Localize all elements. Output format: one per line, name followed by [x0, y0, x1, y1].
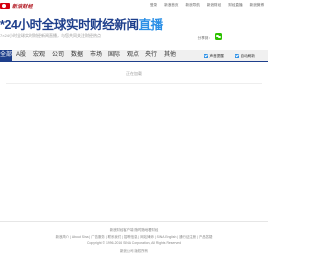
checkbox-checked-icon: [204, 54, 208, 58]
top-bar: 新浪财经 登录 新浪首页 新浪导航 新浪财经 财经直播 新浪微博: [0, 0, 268, 11]
wechat-share-icon[interactable]: [215, 33, 222, 40]
tab-opinion[interactable]: 观点: [125, 50, 141, 61]
category-nav: 全部 A股 宏观 公司 数据 市场 国际 观点 央行 其他 声音提醒 自动刷新: [0, 50, 268, 62]
divider: [0, 221, 268, 222]
tab-market[interactable]: 市场: [88, 50, 104, 61]
share-label: 分享到：: [197, 36, 212, 40]
top-link-live[interactable]: 财经直播: [228, 3, 242, 8]
footer-company: 新浪公司 版权所有: [119, 249, 149, 253]
page-title-main: *24小时全球实时财经新闻: [0, 18, 139, 32]
page-subtitle: 7×24小时全球实时财经新闻直播，与您共同关注财经热点: [0, 33, 102, 38]
sina-finance-logo[interactable]: 新浪财经: [0, 2, 33, 10]
tab-macro[interactable]: 宏观: [31, 50, 47, 61]
tab-international[interactable]: 国际: [106, 50, 122, 61]
auto-refresh-toggle[interactable]: 自动刷新: [235, 54, 255, 59]
footer-copyright: Copyright © 1996-2016 SINA Corporation, …: [87, 241, 181, 245]
footer-app-promo[interactable]: 新浪财经客户端·随时随地看财经: [0, 227, 268, 232]
divider: [6, 83, 262, 84]
top-link-finance[interactable]: 新浪财经: [207, 3, 221, 8]
sound-alert-label: 声音提醒: [209, 53, 224, 58]
sina-eye-icon: [0, 3, 10, 9]
sound-alert-toggle[interactable]: 声音提醒: [204, 54, 224, 59]
checkbox-checked-icon: [235, 54, 239, 58]
top-link-sina-home[interactable]: 新浪首页: [164, 3, 178, 8]
top-link-login[interactable]: 登录: [150, 3, 157, 8]
tab-all[interactable]: 全部: [0, 50, 12, 61]
top-link-sina-nav[interactable]: 新浪导航: [186, 3, 200, 8]
top-links: 登录 新浪首页 新浪导航 新浪财经 财经直播 新浪微博: [150, 3, 264, 8]
loading-indicator: 正在加载: [126, 71, 142, 76]
top-link-weibo[interactable]: 新浪微博: [250, 3, 264, 8]
tab-central-bank[interactable]: 央行: [143, 50, 159, 61]
footer-links[interactable]: 新浪简介 | About Sina | 广告服务 | 联系我们 | 招聘信息 |…: [0, 234, 268, 239]
tab-other[interactable]: 其他: [162, 50, 178, 61]
tab-a-shares[interactable]: A股: [14, 50, 28, 61]
tab-data[interactable]: 数据: [69, 50, 85, 61]
page-title-live: 直播: [138, 18, 164, 32]
page-title: *24小时全球实时财经新闻 直播: [0, 14, 163, 32]
logo-text: 新浪财经: [12, 3, 33, 10]
news-feed: 正在加载: [0, 63, 268, 221]
auto-refresh-label: 自动刷新: [240, 53, 255, 58]
tab-company[interactable]: 公司: [50, 50, 66, 61]
